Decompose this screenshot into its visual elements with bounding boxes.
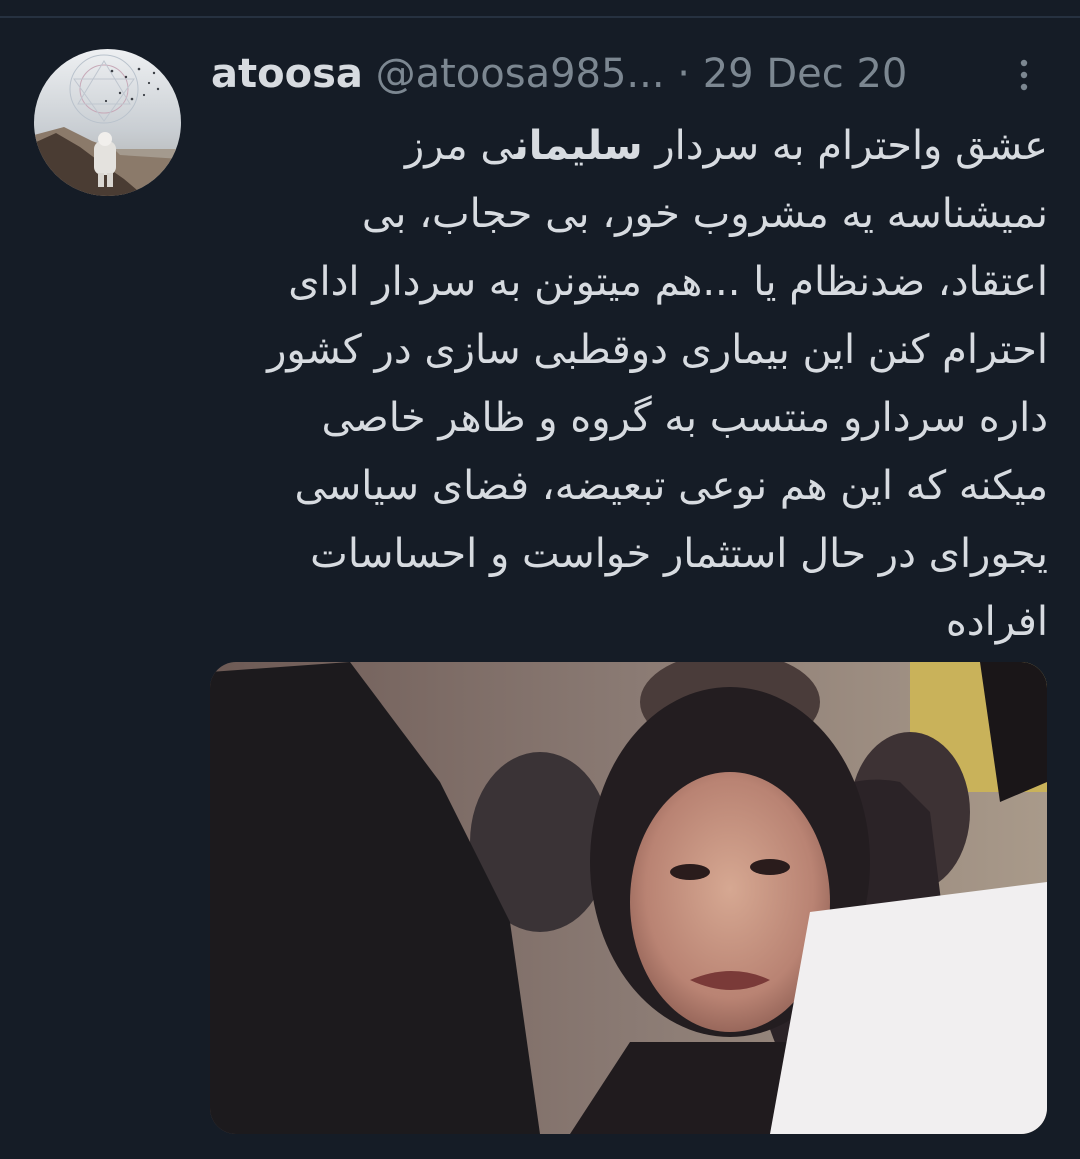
tweet-line: میکنه که این هم نوعی تبعیضه، فضای سیاسی — [294, 463, 1048, 509]
more-vertical-icon[interactable] — [1014, 52, 1034, 98]
display-name[interactable]: atoosa — [211, 51, 363, 97]
tweet-line: داره سردارو منتسب به گروه و ظاهر خاصی — [321, 395, 1048, 441]
tweet-line: افراده — [945, 599, 1048, 645]
tweet-line: احترام کنن این بیماری دوقطبی سازی در کشو… — [267, 327, 1048, 373]
tweet-line: عشق واحترام به سردار سلیمانی مرز — [404, 123, 1048, 169]
avatar-image — [34, 49, 181, 196]
separator-dot: · — [677, 51, 691, 97]
avatar[interactable] — [34, 49, 181, 196]
tweet-screen: atoosa @atoosa985... · 29 Dec 20 عشق واح… — [0, 0, 1080, 1159]
tweet-date[interactable]: 29 Dec 20 — [703, 51, 908, 97]
user-handle[interactable]: @atoosa985... — [376, 51, 665, 97]
highlighted-word: سلیمان — [513, 123, 643, 169]
tweet-line: یجورای در حال استثمار خواست و احساسات — [310, 531, 1048, 577]
tweet-line: نمیشناسه یه مشروب خور، بی حجاب، بی — [361, 191, 1048, 237]
tweet-line: اعتقاد، ضدنظام یا ...هم میتونن به سردار … — [288, 259, 1048, 305]
photo-image — [210, 662, 1047, 1134]
tweet-header: atoosa @atoosa985... · 29 Dec 20 — [211, 46, 1011, 102]
tweet-photo[interactable] — [210, 662, 1047, 1134]
top-divider — [0, 16, 1080, 18]
tweet-text: عشق واحترام به سردار سلیمانی مرز نمیشناس… — [200, 112, 1048, 656]
